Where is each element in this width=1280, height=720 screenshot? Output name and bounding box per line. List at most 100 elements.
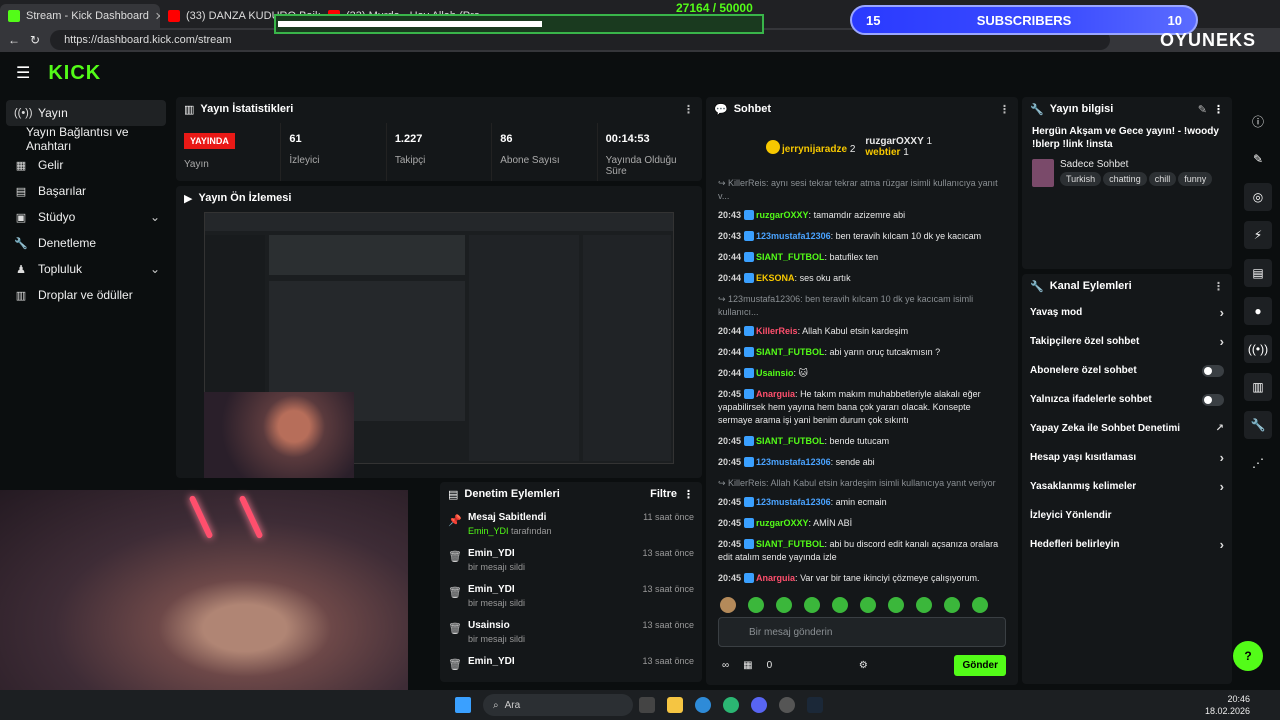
document-icon[interactable]: ▤	[1244, 259, 1272, 287]
layout-icon[interactable]: ▥	[1244, 373, 1272, 401]
emote-icon[interactable]	[944, 597, 960, 613]
emote-icon[interactable]	[720, 597, 736, 613]
more-icon[interactable]: ⋮	[999, 103, 1010, 116]
more-icon[interactable]: ⋮	[1213, 103, 1224, 116]
chat-reply-context[interactable]: ↪ 123mustafa12306: ben teravih kılcam 10…	[718, 293, 1006, 319]
sidebar-item-stream-key[interactable]: Yayın Bağlantısı ve Anahtarı	[6, 125, 166, 153]
sidebar-item-studyo[interactable]: ▣ Stüdyo ⌄	[6, 204, 166, 230]
chat-username[interactable]: 123mustafa12306	[756, 231, 831, 241]
emote-icon[interactable]	[832, 597, 848, 613]
chat-username[interactable]: SIANT_FUTBOL	[756, 539, 825, 549]
channel-action-item[interactable]: Yapay Zeka ile Sohbet Denetimi ↗	[1022, 414, 1232, 443]
chat-message[interactable]: 20:45 Anarguia: Var var bir tane ikinciyi…	[718, 572, 1006, 583]
clock[interactable]: 20:46 18.02.2026	[1205, 693, 1250, 717]
chat-message[interactable]: 20:43 ruzgarOXXY: tamamdır azizemre abi	[718, 209, 1006, 222]
moderation-item[interactable]: 🗑 Emin_YDI bir mesajı sildi 13 saat önce	[440, 542, 702, 578]
tag-chip[interactable]: chill	[1148, 172, 1177, 186]
chat-message[interactable]: 20:43 123mustafa12306: ben teravih kılcam…	[718, 230, 1006, 243]
chat-reply-context[interactable]: ↪ KillerReis: aynı sesi tekrar tekrar at…	[718, 177, 1006, 203]
toggle-switch[interactable]	[1202, 364, 1224, 377]
toggle-switch[interactable]	[1202, 393, 1224, 406]
chat-reply-context[interactable]: ↪ KillerReis: Allah Kabul etsin kardeşim…	[718, 477, 1006, 490]
reload-icon[interactable]: ↻	[30, 33, 40, 47]
back-icon[interactable]: ←	[8, 33, 20, 47]
send-button[interactable]: Gönder	[954, 655, 1006, 676]
obs-icon[interactable]	[779, 697, 795, 713]
broadcast-icon[interactable]: ((•))	[1244, 335, 1272, 363]
chat-message[interactable]: 20:44 SIANT_FUTBOL: batufilex ten	[718, 251, 1006, 264]
emote-icon[interactable]	[888, 597, 904, 613]
chat-username[interactable]: 123mustafa12306	[756, 497, 831, 507]
more-icon[interactable]: ⋮	[683, 488, 694, 501]
chat-username[interactable]: ruzgarOXXY	[756, 210, 809, 220]
sidebar-item-denetleme[interactable]: 🔧 Denetleme	[6, 230, 166, 256]
channel-action-item[interactable]: Abonelere özel sohbet	[1022, 356, 1232, 385]
tag-chip[interactable]: Turkish	[1060, 172, 1102, 186]
sidebar-item-gelir[interactable]: ▦ Gelir	[6, 152, 166, 178]
channel-action-item[interactable]: Yasaklanmış kelimeler ›	[1022, 472, 1232, 501]
tag-chip[interactable]: chatting	[1103, 172, 1147, 186]
chat-message[interactable]: 20:44 KillerReis: Allah Kabul etsin karde…	[718, 325, 1006, 338]
kick-logo[interactable]: KICK	[48, 62, 101, 85]
chat-message[interactable]: 20:45 SIANT_FUTBOL: bende tutucam	[718, 435, 1006, 448]
menu-icon[interactable]: ☰	[16, 63, 30, 83]
lightning-icon[interactable]: ⚡	[1244, 221, 1272, 249]
pencil-icon[interactable]: ✎	[1244, 145, 1272, 173]
chat-message[interactable]: 20:45 123mustafa12306: amin ecmain	[718, 496, 1006, 509]
moderation-item[interactable]: 📌 Mesaj Sabitlendi Emin_YDI tarafından 1…	[440, 506, 702, 542]
chat-message[interactable]: 20:45 SIANT_FUTBOL: abi bu discord edit k…	[718, 538, 1006, 564]
gifter-others[interactable]: ruzgarOXXY 1 webtier 1	[865, 136, 932, 158]
emote-icon[interactable]	[804, 597, 820, 613]
windows-start-icon[interactable]	[455, 697, 471, 713]
channel-action-item[interactable]: Hedefleri belirleyin ›	[1022, 530, 1232, 559]
emote-icon[interactable]	[916, 597, 932, 613]
moderation-item[interactable]: 🗑 Usainsio bir mesajı sildi 13 saat önce	[440, 614, 702, 650]
chat-username[interactable]: SIANT_FUTBOL	[756, 436, 825, 446]
emote-icon[interactable]	[776, 597, 792, 613]
info-icon[interactable]: ⓘ	[1244, 107, 1272, 135]
more-icon[interactable]: ⋮	[1213, 280, 1224, 293]
share-icon[interactable]: ⋰	[1244, 449, 1272, 477]
chat-message[interactable]: 20:44 Usainsio: 🐱	[718, 367, 1006, 380]
sidebar-item-yayin[interactable]: ((•)) Yayın	[6, 100, 166, 126]
channel-action-item[interactable]: Hesap yaşı kısıtlaması ›	[1022, 443, 1232, 472]
help-icon[interactable]: ?	[1233, 641, 1263, 671]
emote-icon[interactable]	[748, 597, 764, 613]
edge-icon[interactable]	[695, 697, 711, 713]
file-explorer-icon[interactable]	[667, 697, 683, 713]
chat-message[interactable]: 20:44 SIANT_FUTBOL: abi yarın oruç tutcak…	[718, 346, 1006, 359]
tools-icon[interactable]: 🔧	[1244, 411, 1272, 439]
task-view-icon[interactable]	[639, 697, 655, 713]
chat-message[interactable]: 20:44 EKSONA: ses oku artık	[718, 272, 1006, 285]
points-icon[interactable]: ▦	[743, 660, 752, 671]
edit-icon[interactable]: ✎	[1198, 103, 1207, 116]
chat-username[interactable]: Anarguia	[756, 573, 795, 583]
chat-username[interactable]: ruzgarOXXY	[756, 518, 809, 528]
sidebar-item-droplar[interactable]: ▥ Droplar ve ödüller	[6, 282, 166, 308]
channel-action-item[interactable]: Yalnızca ifadelerle sohbet	[1022, 385, 1232, 414]
steam-icon[interactable]	[807, 697, 823, 713]
chat-username[interactable]: EKSONA	[756, 273, 795, 283]
chat-username[interactable]: 123mustafa12306	[756, 457, 831, 467]
chat-message[interactable]: 20:45 Anarguia: He takım makım muhabbetle…	[718, 388, 1006, 427]
more-icon[interactable]: ⋮	[683, 103, 694, 116]
chat-message[interactable]: 20:45 123mustafa12306: sende abi	[718, 456, 1006, 469]
chat-message[interactable]: 20:45 ruzgarOXXY: AMİN ABİ	[718, 517, 1006, 530]
target-icon[interactable]: ◎	[1244, 183, 1272, 211]
emote-icon[interactable]	[972, 597, 988, 613]
discord-icon[interactable]	[751, 697, 767, 713]
chat-username[interactable]: SIANT_FUTBOL	[756, 347, 825, 357]
filter-button[interactable]: Filtre	[650, 488, 677, 500]
channel-action-item[interactable]: İzleyici Yönlendir	[1022, 501, 1232, 530]
chat-username[interactable]: KillerReis	[756, 326, 798, 336]
chat-username[interactable]: SIANT_FUTBOL	[756, 252, 825, 262]
taskbar-search[interactable]: ⌕ Ara	[483, 694, 633, 716]
gifter-first[interactable]: jerrynijaradze 2	[766, 139, 855, 155]
chat-bubble-icon[interactable]: ●	[1244, 297, 1272, 325]
sidebar-item-topluluk[interactable]: ♟ Topluluk ⌄	[6, 256, 166, 282]
tag-chip[interactable]: funny	[1178, 172, 1213, 186]
moderation-item[interactable]: 🗑 Emin_YDI bir mesajı sildi 13 saat önce	[440, 578, 702, 614]
chat-input[interactable]: Bir mesaj gönderin	[718, 617, 1006, 647]
channel-action-item[interactable]: Yavaş mod ›	[1022, 298, 1232, 327]
gear-icon[interactable]: ⚙	[859, 660, 868, 671]
